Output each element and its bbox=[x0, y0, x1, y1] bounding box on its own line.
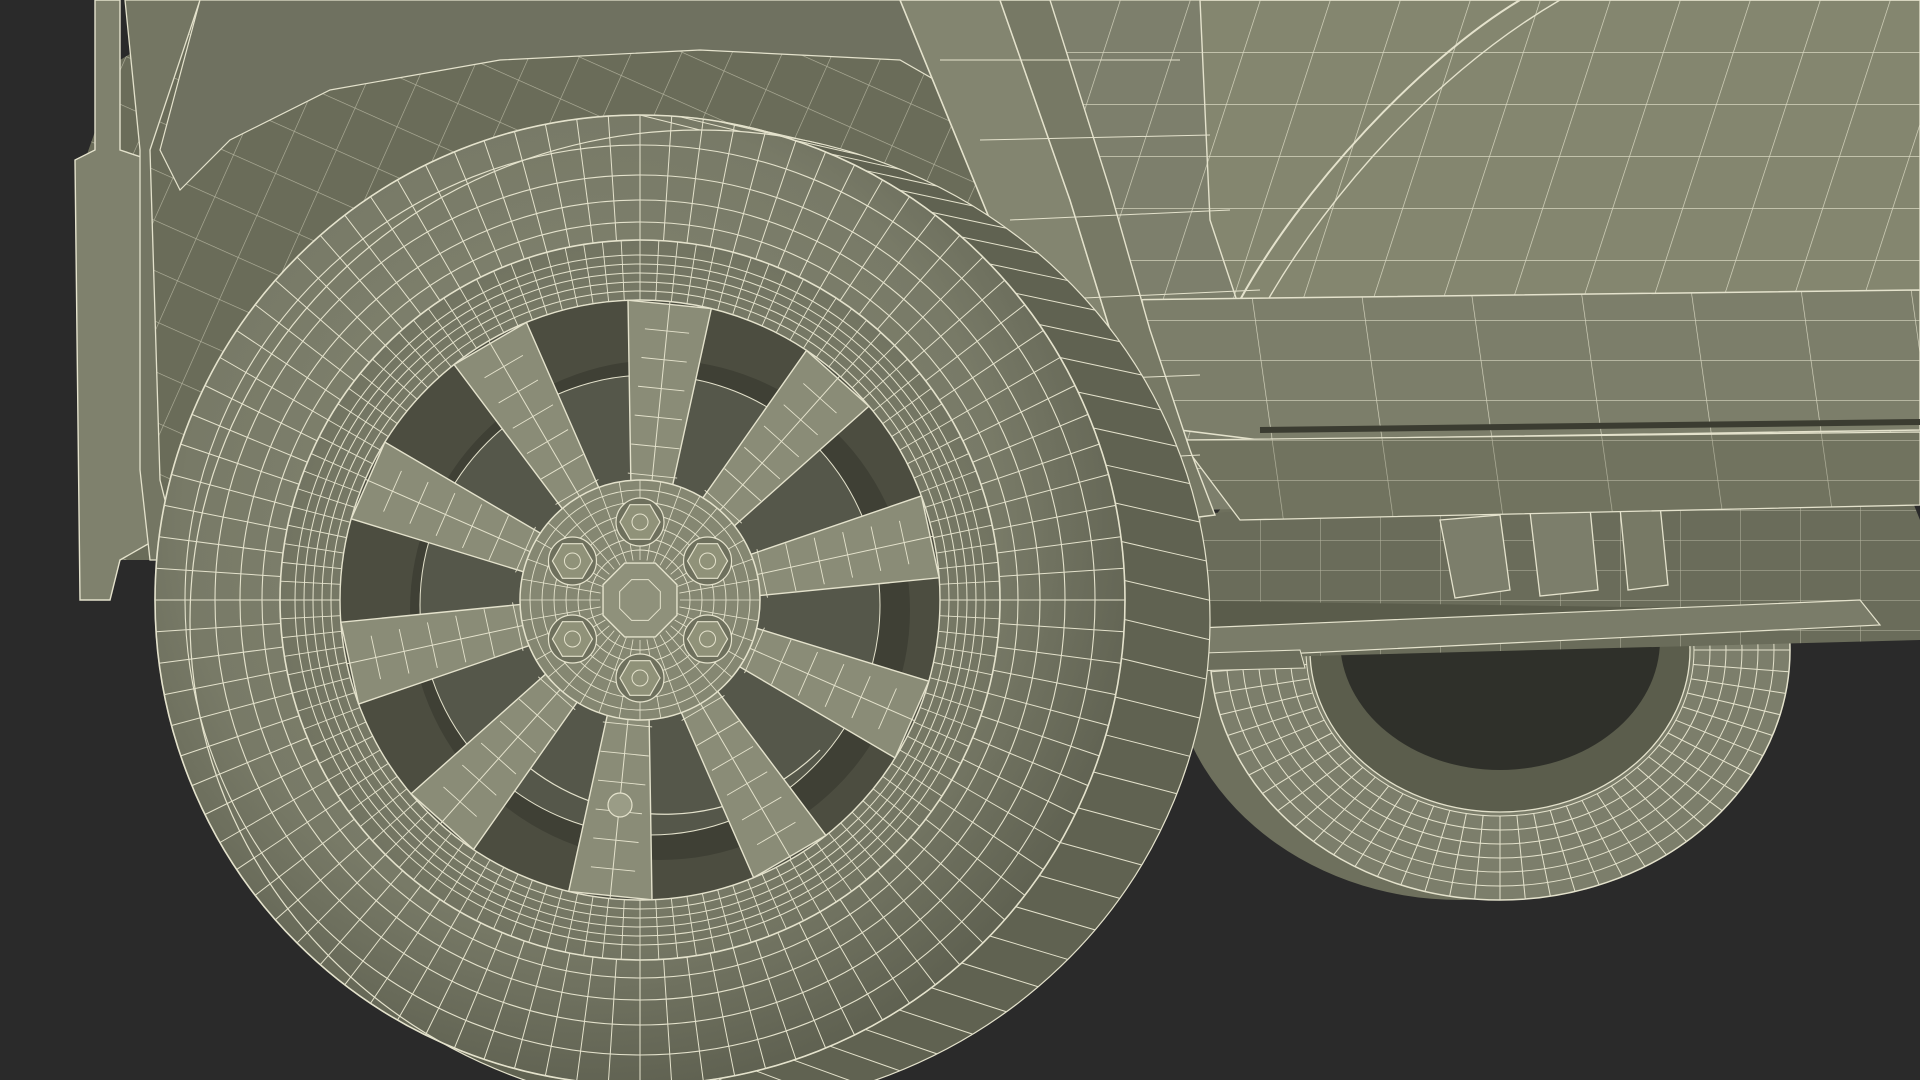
center-cap bbox=[602, 562, 678, 638]
bracket bbox=[1529, 507, 1599, 597]
bracket bbox=[1619, 504, 1669, 591]
3d-viewport[interactable] bbox=[0, 0, 1920, 1080]
wireframe-render bbox=[0, 0, 1920, 1080]
valve-stem bbox=[607, 792, 633, 818]
